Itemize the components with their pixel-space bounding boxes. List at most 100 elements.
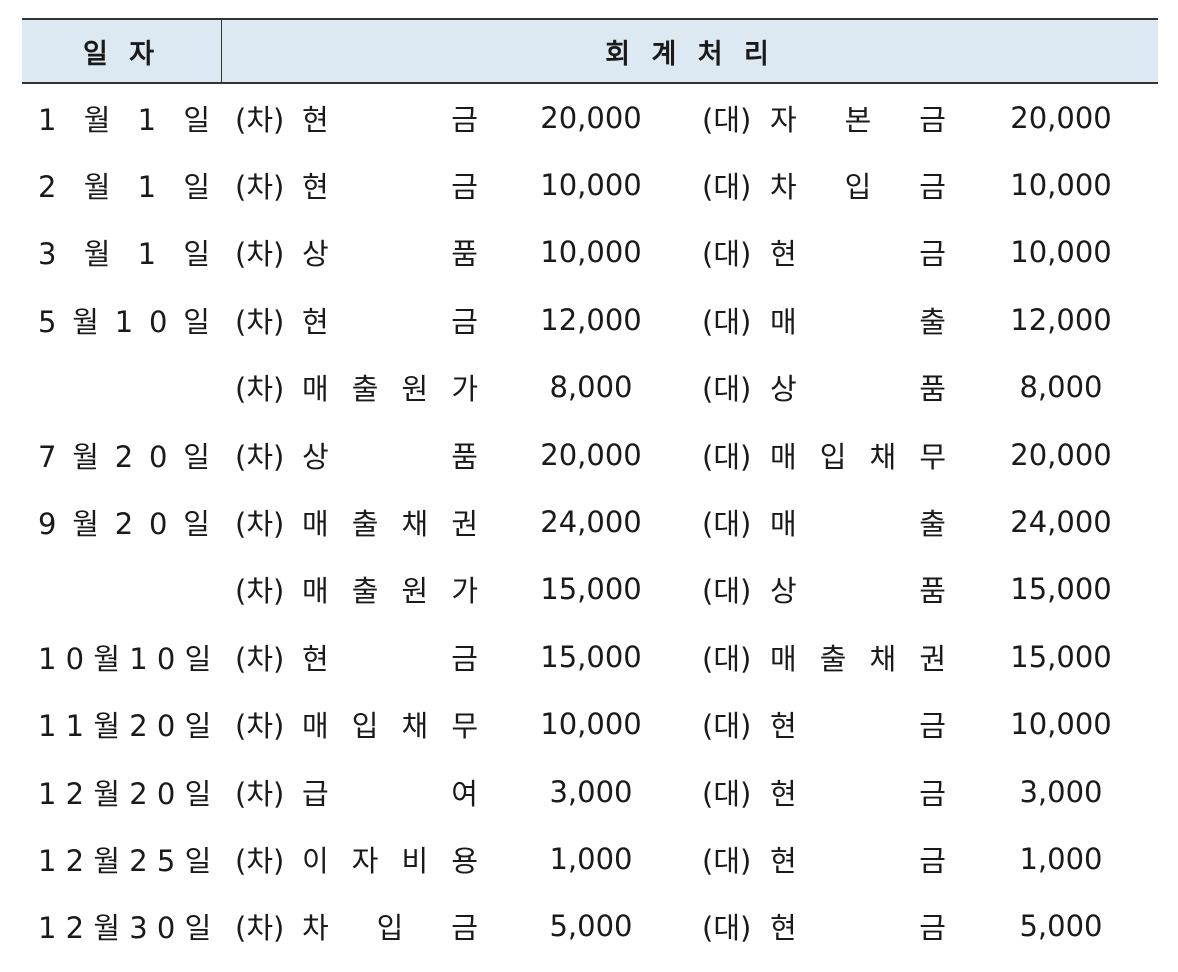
credit-mark: (대) [702, 641, 752, 676]
journal-row: 1 2 월 2 5 일 (차) 이 자 비 용 1,000 (대) 현 금 1,… [22, 825, 1158, 892]
debit-account: 현 금 [302, 102, 478, 137]
credit-mark: (대) [702, 574, 752, 609]
credit-amount: 1,000 [1019, 841, 1103, 876]
debit-account: 매 입 채 무 [302, 709, 478, 744]
debit-amount: 3,000 [549, 774, 633, 809]
entry-date: 1 2 월 2 0 일 [38, 776, 212, 811]
entry-date: 1 2 월 2 5 일 [38, 843, 212, 878]
credit-account: 매 출 채 권 [770, 641, 946, 676]
credit-account: 현 금 [770, 911, 946, 946]
journal-row: 1 2 월 2 0 일 (차) 급 여 3,000 (대) 현 금 3,000 [22, 758, 1158, 825]
debit-account: 차 입 금 [302, 911, 478, 946]
credit-amount: 5,000 [1019, 909, 1103, 944]
credit-account: 매 출 [770, 507, 946, 542]
debit-mark: (차) [235, 170, 285, 205]
debit-amount: 12,000 [540, 302, 642, 337]
credit-account: 상 품 [770, 372, 946, 407]
credit-amount: 10,000 [1010, 168, 1112, 203]
debit-mark: (차) [235, 237, 285, 272]
credit-mark: (대) [702, 372, 752, 407]
credit-amount: 24,000 [1010, 505, 1112, 540]
debit-mark: (차) [235, 439, 285, 474]
debit-mark: (차) [235, 641, 285, 676]
debit-mark: (차) [235, 372, 285, 407]
credit-mark: (대) [702, 304, 752, 339]
credit-amount: 15,000 [1010, 639, 1112, 674]
entry-date: 9 월 2 0 일 [38, 507, 210, 542]
debit-account: 현 금 [302, 641, 478, 676]
debit-mark: (차) [235, 304, 285, 339]
journal-row: 7 월 2 0 일 (차) 상 품 20,000 (대) 매 입 채 무 20,… [22, 421, 1158, 488]
credit-mark: (대) [702, 507, 752, 542]
debit-amount: 5,000 [549, 909, 633, 944]
journal-rows: 1 월 1 일 (차) 현 금 20,000 (대) 자 본 금 20,000 … [22, 84, 1158, 960]
entry-column-header: 회 계 처 리 [605, 38, 775, 70]
entry-date: 1 1 월 2 0 일 [38, 709, 212, 744]
journal-row: 5 월 1 0 일 (차) 현 금 12,000 (대) 매 출 12,000 [22, 286, 1158, 353]
entry-date: 1 0 월 1 0 일 [38, 641, 212, 676]
debit-account: 매 출 원 가 [302, 574, 478, 609]
debit-mark: (차) [235, 102, 285, 137]
credit-account: 자 본 금 [770, 102, 946, 137]
debit-account: 이 자 비 용 [302, 843, 478, 878]
debit-amount: 20,000 [540, 100, 642, 135]
entry-date: 1 월 1 일 [38, 102, 210, 137]
debit-amount: 1,000 [549, 841, 633, 876]
entry-date: 3 월 1 일 [38, 237, 210, 272]
credit-mark: (대) [702, 776, 752, 811]
entry-date: 1 2 월 3 0 일 [38, 911, 212, 946]
credit-account: 현 금 [770, 709, 946, 744]
credit-account: 상 품 [770, 574, 946, 609]
debit-account: 매 출 채 권 [302, 507, 478, 542]
debit-amount: 15,000 [540, 572, 642, 607]
debit-account: 상 품 [302, 237, 478, 272]
debit-account: 매 출 원 가 [302, 372, 478, 407]
debit-amount: 15,000 [540, 639, 642, 674]
debit-mark: (차) [235, 709, 285, 744]
debit-amount: 10,000 [540, 168, 642, 203]
journal-row: 1 월 1 일 (차) 현 금 20,000 (대) 자 본 금 20,000 [22, 84, 1158, 151]
credit-amount: 10,000 [1010, 707, 1112, 742]
credit-account: 현 금 [770, 843, 946, 878]
credit-mark: (대) [702, 237, 752, 272]
credit-amount: 20,000 [1010, 437, 1112, 472]
debit-account: 상 품 [302, 439, 478, 474]
debit-amount: 8,000 [549, 370, 633, 405]
entry-date: 2 월 1 일 [38, 170, 210, 205]
journal-row: 3 월 1 일 (차) 상 품 10,000 (대) 현 금 10,000 [22, 219, 1158, 286]
debit-mark: (차) [235, 507, 285, 542]
entry-date: 7 월 2 0 일 [38, 439, 210, 474]
credit-amount: 3,000 [1019, 774, 1103, 809]
credit-account: 현 금 [770, 237, 946, 272]
credit-mark: (대) [702, 102, 752, 137]
date-column-header: 일 자 [22, 20, 222, 82]
credit-mark: (대) [702, 709, 752, 744]
journal-row: 2 월 1 일 (차) 현 금 10,000 (대) 차 입 금 10,000 [22, 151, 1158, 218]
debit-amount: 10,000 [540, 707, 642, 742]
credit-amount: 8,000 [1019, 370, 1103, 405]
credit-account: 차 입 금 [770, 170, 946, 205]
journal-table: 일 자 회 계 처 리 1 월 1 일 (차) 현 금 20,000 (대) 자… [22, 18, 1158, 960]
journal-row: 1 1 월 2 0 일 (차) 매 입 채 무 10,000 (대) 현 금 1… [22, 691, 1158, 758]
credit-account: 현 금 [770, 776, 946, 811]
credit-account: 매 출 [770, 304, 946, 339]
debit-account: 현 금 [302, 304, 478, 339]
journal-row: 1 0 월 1 0 일 (차) 현 금 15,000 (대) 매 출 채 권 1… [22, 623, 1158, 690]
credit-mark: (대) [702, 439, 752, 474]
credit-mark: (대) [702, 170, 752, 205]
debit-mark: (차) [235, 574, 285, 609]
credit-mark: (대) [702, 843, 752, 878]
debit-mark: (차) [235, 776, 285, 811]
debit-mark: (차) [235, 843, 285, 878]
debit-amount: 20,000 [540, 437, 642, 472]
credit-amount: 12,000 [1010, 302, 1112, 337]
entry-date: 5 월 1 0 일 [38, 304, 210, 339]
credit-amount: 15,000 [1010, 572, 1112, 607]
debit-amount: 10,000 [540, 235, 642, 270]
credit-amount: 20,000 [1010, 100, 1112, 135]
debit-mark: (차) [235, 911, 285, 946]
debit-account: 현 금 [302, 170, 478, 205]
debit-amount: 24,000 [540, 505, 642, 540]
table-header: 일 자 회 계 처 리 [22, 18, 1158, 84]
credit-mark: (대) [702, 911, 752, 946]
